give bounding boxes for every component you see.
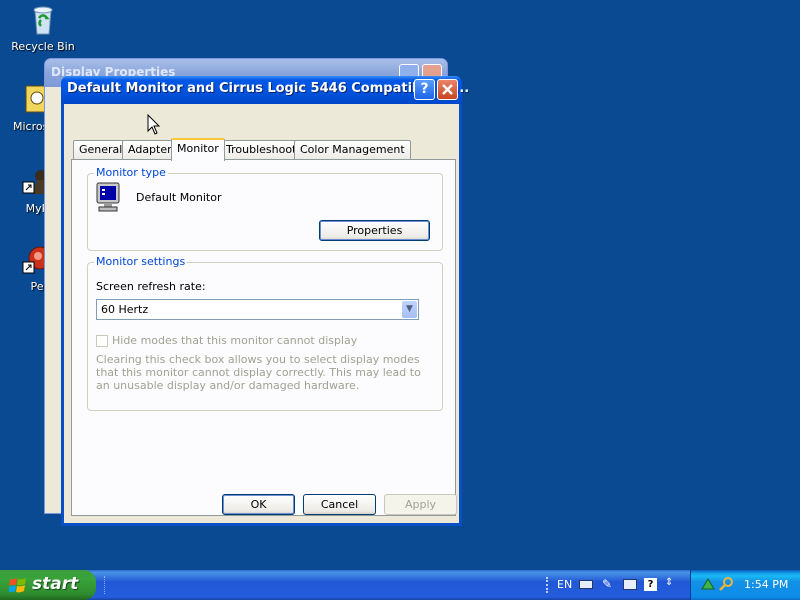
- monitor-name: Default Monitor: [136, 191, 222, 204]
- hide-modes-checkbox[interactable]: [96, 335, 108, 347]
- dialog-client-area: General Adapter Monitor Troubleshoot Col…: [64, 104, 459, 523]
- close-icon: [442, 84, 453, 95]
- pen-icon[interactable]: ✎: [602, 577, 616, 591]
- keyboard-icon[interactable]: [579, 580, 593, 589]
- monitor-icon: [96, 182, 122, 217]
- apply-button[interactable]: Apply: [384, 494, 457, 515]
- taskbar: start EN ✎ ? ⇕ 1:54 PM: [0, 570, 800, 600]
- monitor-settings-group: Monitor settings Screen refresh rate: 60…: [87, 255, 443, 411]
- windows-flag-icon: [9, 578, 26, 593]
- hide-modes-description: Clearing this check box allows you to se…: [96, 353, 421, 392]
- monitor-properties-dialog[interactable]: Default Monitor and Cirrus Logic 5446 Co…: [61, 76, 470, 526]
- hide-modes-label[interactable]: Hide modes that this monitor cannot disp…: [112, 334, 357, 347]
- cancel-button[interactable]: Cancel: [303, 494, 376, 515]
- refresh-rate-select[interactable]: 60 Hertz ▼: [96, 299, 419, 320]
- restore-icon[interactable]: ⇕: [665, 577, 673, 588]
- network-icon[interactable]: [701, 577, 715, 591]
- language-indicator[interactable]: EN: [557, 578, 572, 591]
- language-bar[interactable]: EN ✎ ? ⇕: [546, 576, 686, 594]
- monitor-type-group: Monitor type Default Monitor Properties: [87, 166, 443, 251]
- monitor-tab-panel: Monitor type Default Monitor Properties: [71, 159, 456, 516]
- speech-icon[interactable]: [623, 579, 637, 590]
- start-button[interactable]: start: [0, 570, 96, 600]
- tab-adapter[interactable]: Adapter: [122, 140, 178, 159]
- clock[interactable]: 1:54 PM: [744, 578, 788, 591]
- search-icon[interactable]: [719, 576, 735, 592]
- chevron-down-icon[interactable]: ▼: [402, 301, 417, 318]
- desktop-icon-recycle-bin[interactable]: Recycle Bin: [3, 4, 83, 53]
- close-button[interactable]: [437, 79, 458, 100]
- desktop-icon-label: Recycle Bin: [11, 40, 75, 53]
- help-button[interactable]: ?: [414, 79, 435, 100]
- refresh-rate-value: 60 Hertz: [101, 303, 149, 316]
- dialog-title: Default Monitor and Cirrus Logic 5446 Co…: [67, 81, 470, 96]
- quick-launch-grip[interactable]: [104, 576, 107, 594]
- tab-color-management[interactable]: Color Management: [294, 140, 411, 159]
- tab-general[interactable]: General: [73, 140, 129, 159]
- start-label: start: [32, 574, 79, 594]
- dialog-titlebar[interactable]: Default Monitor and Cirrus Logic 5446 Co…: [61, 76, 470, 104]
- recycle-bin-icon: [27, 4, 59, 36]
- monitor-type-legend: Monitor type: [94, 166, 168, 179]
- tab-monitor[interactable]: Monitor: [171, 138, 225, 161]
- language-bar-grip[interactable]: [546, 577, 548, 593]
- ok-button[interactable]: OK: [222, 494, 295, 515]
- properties-button[interactable]: Properties: [319, 220, 430, 241]
- question-icon: ?: [420, 81, 429, 97]
- monitor-settings-legend: Monitor settings: [94, 255, 188, 268]
- refresh-rate-label: Screen refresh rate:: [96, 280, 206, 293]
- mouse-cursor-icon: [147, 114, 161, 135]
- help-icon[interactable]: ?: [644, 578, 657, 591]
- system-tray: 1:54 PM: [690, 570, 800, 600]
- tab-troubleshoot[interactable]: Troubleshoot: [220, 140, 303, 159]
